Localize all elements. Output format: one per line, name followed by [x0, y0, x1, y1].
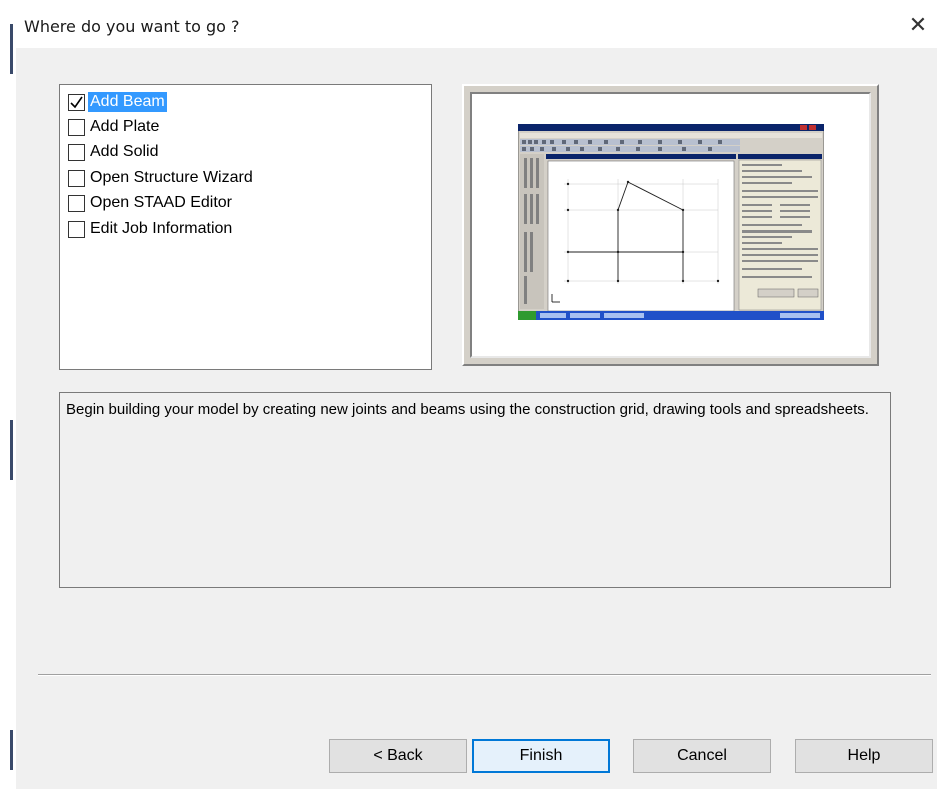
option-add-beam[interactable]: Add Beam: [68, 91, 167, 113]
preview-screenshot-thumbnail: [518, 124, 824, 320]
left-window-edge: [0, 0, 16, 789]
option-label: Open Structure Wizard: [90, 169, 253, 186]
finish-button[interactable]: Finish: [472, 739, 610, 773]
edge-accent: [10, 730, 13, 770]
cancel-button[interactable]: Cancel: [633, 739, 771, 773]
option-description: Begin building your model by creating ne…: [59, 392, 891, 588]
option-add-plate[interactable]: Add Plate: [68, 116, 161, 138]
edge-accent: [10, 24, 13, 74]
option-edit-job-information[interactable]: Edit Job Information: [68, 218, 234, 240]
footer-separator: [38, 674, 931, 676]
checkbox-add-beam[interactable]: [68, 93, 85, 111]
options-list: Add Beam Add Plate Add Solid Open Struct…: [59, 84, 432, 370]
wizard-dialog: Where do you want to go ? ✕ Add Beam Add…: [16, 0, 937, 789]
edge-accent: [10, 420, 13, 480]
back-button[interactable]: < Back: [329, 739, 467, 773]
checkbox-open-structure-wizard[interactable]: [68, 169, 85, 187]
option-open-staad-editor[interactable]: Open STAAD Editor: [68, 192, 234, 214]
close-icon[interactable]: ✕: [907, 14, 929, 36]
option-label: Add Solid: [90, 143, 159, 160]
preview-pane: [470, 92, 871, 358]
preview-frame: [462, 84, 879, 366]
option-label: Add Plate: [90, 118, 160, 135]
checkbox-add-plate[interactable]: [68, 118, 85, 136]
checkmark-icon: [70, 96, 83, 108]
checkbox-edit-job-information[interactable]: [68, 220, 85, 238]
title-bar: Where do you want to go ? ✕: [16, 0, 937, 48]
option-label: Add Beam: [88, 92, 167, 112]
help-button[interactable]: Help: [795, 739, 933, 773]
option-label: Open STAAD Editor: [90, 194, 232, 211]
checkbox-add-solid[interactable]: [68, 143, 85, 161]
option-open-structure-wizard[interactable]: Open Structure Wizard: [68, 167, 255, 189]
checkbox-open-staad-editor[interactable]: [68, 194, 85, 212]
option-label: Edit Job Information: [90, 220, 233, 237]
option-add-solid[interactable]: Add Solid: [68, 141, 161, 163]
dialog-title: Where do you want to go ?: [24, 17, 240, 36]
